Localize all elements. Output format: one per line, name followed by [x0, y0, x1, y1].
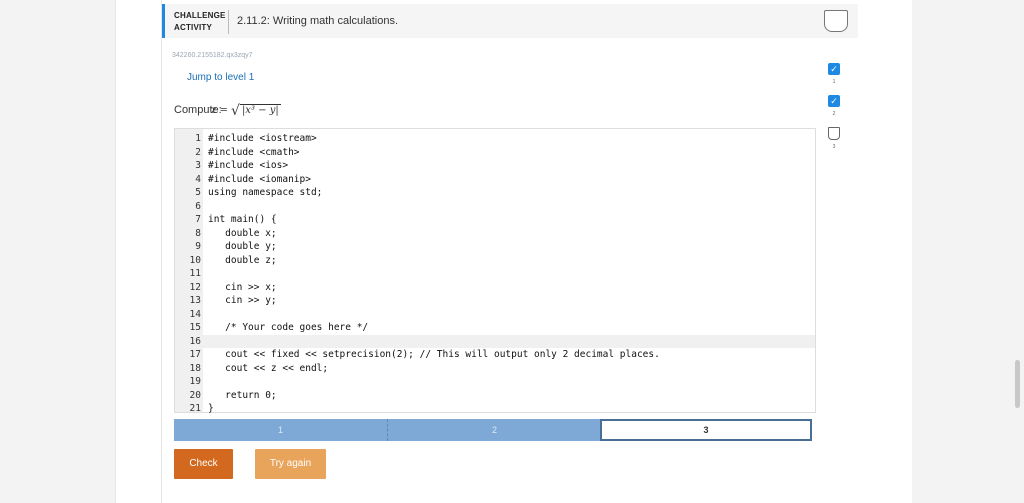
page-scrollbar[interactable]	[1015, 360, 1020, 408]
line-number: 19	[189, 376, 201, 387]
line-number: 7	[195, 214, 201, 225]
code-line[interactable]: 16	[175, 334, 815, 348]
code-text[interactable]: double y;	[208, 241, 276, 252]
line-number: 5	[195, 187, 201, 198]
activity-id: 342260.2155182.qx3zqy7	[172, 52, 253, 59]
jump-to-level-link[interactable]: Jump to level 1	[187, 72, 254, 83]
code-text[interactable]: cin >> y;	[208, 295, 276, 306]
line-number: 21	[189, 403, 201, 414]
code-text[interactable]: int main() {	[208, 214, 277, 225]
code-text[interactable]: #include <iostream>	[208, 133, 317, 144]
line-number: 12	[189, 281, 201, 293]
code-line[interactable]: 11	[175, 267, 815, 281]
line-number: 6	[195, 200, 201, 212]
code-line[interactable]: 3 #include <ios>	[175, 159, 815, 173]
code-text[interactable]: double x;	[208, 228, 276, 239]
line-number: 15	[189, 322, 201, 333]
progress-segment-2: 2	[387, 419, 601, 441]
level-2-label: 2	[832, 111, 836, 117]
sqrt-icon: √	[231, 103, 240, 119]
progress-segment-1: 1	[174, 419, 387, 441]
code-line[interactable]: 17 cout << fixed << setprecision(2); // …	[175, 348, 815, 362]
code-line[interactable]: 20 return 0;	[175, 389, 815, 403]
level-progress-bar: 1 2 3	[174, 419, 814, 441]
code-text[interactable]: double z;	[208, 255, 276, 266]
code-line[interactable]: 7 int main() {	[175, 213, 815, 227]
completion-badge-icon	[824, 10, 848, 32]
code-line[interactable]: 5 using namespace std;	[175, 186, 815, 200]
level-1-label: 1	[832, 79, 836, 85]
line-number: 4	[195, 173, 201, 185]
level-3-checkbox-icon[interactable]	[828, 127, 840, 140]
formula-lhs: z =	[211, 105, 228, 116]
line-number: 8	[195, 227, 201, 239]
progress-segment-3: 3	[600, 419, 812, 441]
formula-radicand: |x³ − y|	[239, 104, 281, 116]
line-number: 1	[195, 133, 201, 144]
code-text[interactable]: #include <iomanip>	[208, 174, 311, 185]
code-text[interactable]: /* Your code goes here */	[208, 322, 368, 333]
line-number: 20	[189, 389, 201, 401]
line-number: 9	[195, 241, 201, 252]
line-number: 13	[189, 295, 201, 306]
activity-title: 2.11.2: Writing math calculations.	[237, 15, 399, 27]
header-accent-bar	[162, 4, 165, 38]
try-again-button[interactable]: Try again	[255, 449, 326, 479]
line-number: 11	[189, 268, 201, 279]
line-number: 18	[189, 362, 201, 374]
code-line[interactable]: 19	[175, 375, 815, 389]
code-line[interactable]: 1 #include <iostream>	[175, 132, 815, 146]
code-line[interactable]: 8 double x;	[175, 227, 815, 241]
activity-kind-line1: CHALLENGE	[174, 11, 226, 20]
code-text[interactable]: cout << z << endl;	[208, 363, 328, 374]
code-line[interactable]: 15 /* Your code goes here */	[175, 321, 815, 335]
line-number: 3	[195, 160, 201, 171]
code-line[interactable]: 18 cout << z << endl;	[175, 362, 815, 376]
code-line[interactable]: 2 #include <cmath>	[175, 146, 815, 160]
code-text[interactable]: return 0;	[208, 390, 276, 401]
formula: z = √ |x³ − y|	[211, 101, 281, 119]
line-number: 16	[189, 335, 201, 347]
code-editor[interactable]: 1 #include <iostream> 2 #include <cmath> 3 #i…	[174, 128, 816, 416]
header-divider	[228, 10, 229, 34]
code-text[interactable]: }	[208, 403, 214, 414]
code-line[interactable]: 14	[175, 308, 815, 322]
code-text[interactable]: cin >> x;	[208, 282, 276, 293]
code-line[interactable]: 6	[175, 200, 815, 214]
level-1-checkbox-icon[interactable]: ✓	[828, 63, 840, 75]
code-line[interactable]: 12 cin >> x;	[175, 281, 815, 295]
code-line[interactable]: 10 double z;	[175, 254, 815, 268]
code-line[interactable]: 4 #include <iomanip>	[175, 173, 815, 187]
check-button[interactable]: Check	[174, 449, 233, 479]
level-2-checkbox-icon[interactable]: ✓	[828, 95, 840, 107]
code-line[interactable]: 9 double y;	[175, 240, 815, 254]
line-number: 2	[195, 146, 201, 158]
code-text[interactable]: cout << fixed << setprecision(2); // Thi…	[208, 349, 660, 360]
page-background-left	[0, 0, 114, 503]
level-3-label: 3	[832, 144, 836, 150]
code-line[interactable]: 21}	[175, 402, 815, 416]
line-number: 17	[189, 349, 201, 360]
code-text[interactable]: using namespace std;	[208, 187, 322, 198]
activity-kind-label: CHALLENGE ACTIVITY	[174, 10, 226, 34]
code-text[interactable]: #include <cmath>	[208, 147, 300, 158]
code-text[interactable]: #include <ios>	[208, 160, 288, 171]
activity-kind-line2: ACTIVITY	[174, 23, 213, 32]
code-line[interactable]: 13 cin >> y;	[175, 294, 815, 308]
line-number: 14	[189, 308, 201, 320]
page-background-right	[912, 0, 1024, 503]
line-number: 10	[189, 254, 201, 266]
